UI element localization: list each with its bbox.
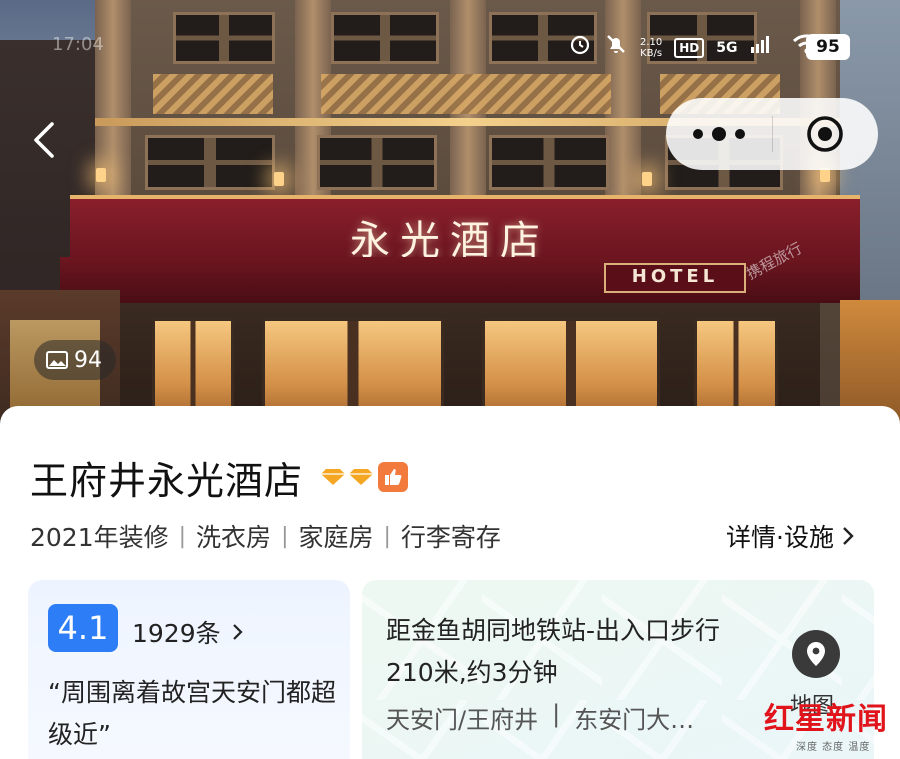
diamond-icon xyxy=(349,469,373,485)
more-dots-icon xyxy=(692,129,703,139)
network-speed-unit: KB/s xyxy=(640,48,663,59)
feature-tags: 2021年装修 | 洗衣房 | 家庭房 | 行李寄存 xyxy=(30,518,501,554)
alarm-icon xyxy=(568,32,592,64)
feature-tag: 行李寄存 xyxy=(400,523,501,552)
logo-name: 红星新闻 xyxy=(764,702,888,737)
photo-count-badge[interactable]: 94 xyxy=(34,340,116,380)
back-arrow-icon xyxy=(34,122,54,158)
details-link-label: 详情·设施 xyxy=(726,523,834,552)
map-button[interactable] xyxy=(792,630,840,678)
feature-separator: | xyxy=(281,523,289,549)
network-type: 5G xyxy=(716,40,738,56)
network-speed-value: 2.10 xyxy=(640,37,663,48)
area-name: 天安门/王府井 xyxy=(386,706,539,734)
rating-score: 4.1 xyxy=(48,604,118,652)
chevron-right-icon xyxy=(843,527,854,545)
more-dots-icon xyxy=(711,127,726,141)
diamond-rating xyxy=(320,468,374,486)
logo-tagline: 深度 态度 温度 xyxy=(796,742,871,753)
hotel-name: 王府井永光酒店 xyxy=(30,461,304,503)
photo-count-value: 94 xyxy=(74,347,102,373)
review-count[interactable]: 1929条 xyxy=(132,614,245,650)
image-icon xyxy=(46,351,68,369)
facade-window xyxy=(317,135,437,190)
area-name: 东安门大… xyxy=(574,706,695,734)
status-bar: 17:04 2.10 KB/s HD 5G 95 xyxy=(0,30,900,66)
facade-window xyxy=(145,135,275,190)
hd-badge: HD xyxy=(674,38,705,58)
close-button[interactable] xyxy=(773,98,879,170)
signal-icon xyxy=(750,33,772,63)
facade-frieze xyxy=(321,74,611,114)
review-count-value: 1929条 xyxy=(132,619,221,648)
metro-distance: 距金鱼胡同地铁站-出入口步行210米,约3分钟 xyxy=(386,616,721,687)
mute-icon xyxy=(604,32,628,64)
more-button[interactable] xyxy=(666,98,772,170)
location-pin-icon xyxy=(807,642,825,666)
thumbs-up-icon xyxy=(385,469,402,485)
feature-tag: 2021年装修 xyxy=(30,523,169,552)
mini-program-capsule xyxy=(666,98,878,170)
network-speed: 2.10 KB/s xyxy=(640,37,662,59)
feature-tag: 家庭房 xyxy=(298,523,374,552)
wall-lamp xyxy=(642,172,652,186)
close-target-icon xyxy=(807,116,844,152)
wall-lamp xyxy=(820,168,830,182)
status-time: 17:04 xyxy=(52,34,104,55)
details-facilities-link[interactable]: 详情·设施 xyxy=(726,518,856,554)
recommended-badge xyxy=(378,462,408,492)
wall-lamp xyxy=(274,172,284,186)
diamond-icon xyxy=(321,469,345,485)
battery-level: 95 xyxy=(806,34,850,60)
wall-lamp xyxy=(96,168,106,182)
chevron-right-icon xyxy=(232,624,243,640)
facade-frieze xyxy=(153,74,273,114)
area-separator: | xyxy=(552,700,561,728)
status-icons: 2.10 KB/s HD 5G xyxy=(568,32,822,64)
feature-separator: | xyxy=(178,523,187,549)
feature-separator: | xyxy=(383,523,391,549)
more-dots-icon xyxy=(734,129,745,139)
hotel-plate-text: HOTEL xyxy=(631,266,719,287)
nearby-areas: 天安门/王府井 | 东安门大… xyxy=(386,700,694,735)
back-button[interactable] xyxy=(24,118,64,162)
review-card[interactable]: 4.1 1929条 “周围离着故宫天安门都超级近” xyxy=(28,580,350,759)
feature-tag: 洗衣房 xyxy=(196,523,272,552)
news-logo-watermark: 红星新闻 深度 态度 温度 xyxy=(764,694,894,754)
hotel-detail-screen: 永光酒店 HOTEL 携程旅行 17:04 2.10 KB/s HD 5G 95… xyxy=(0,0,900,759)
facade-window xyxy=(489,135,609,190)
review-quote: “周围离着故宫天安门都超级近” xyxy=(48,678,336,749)
